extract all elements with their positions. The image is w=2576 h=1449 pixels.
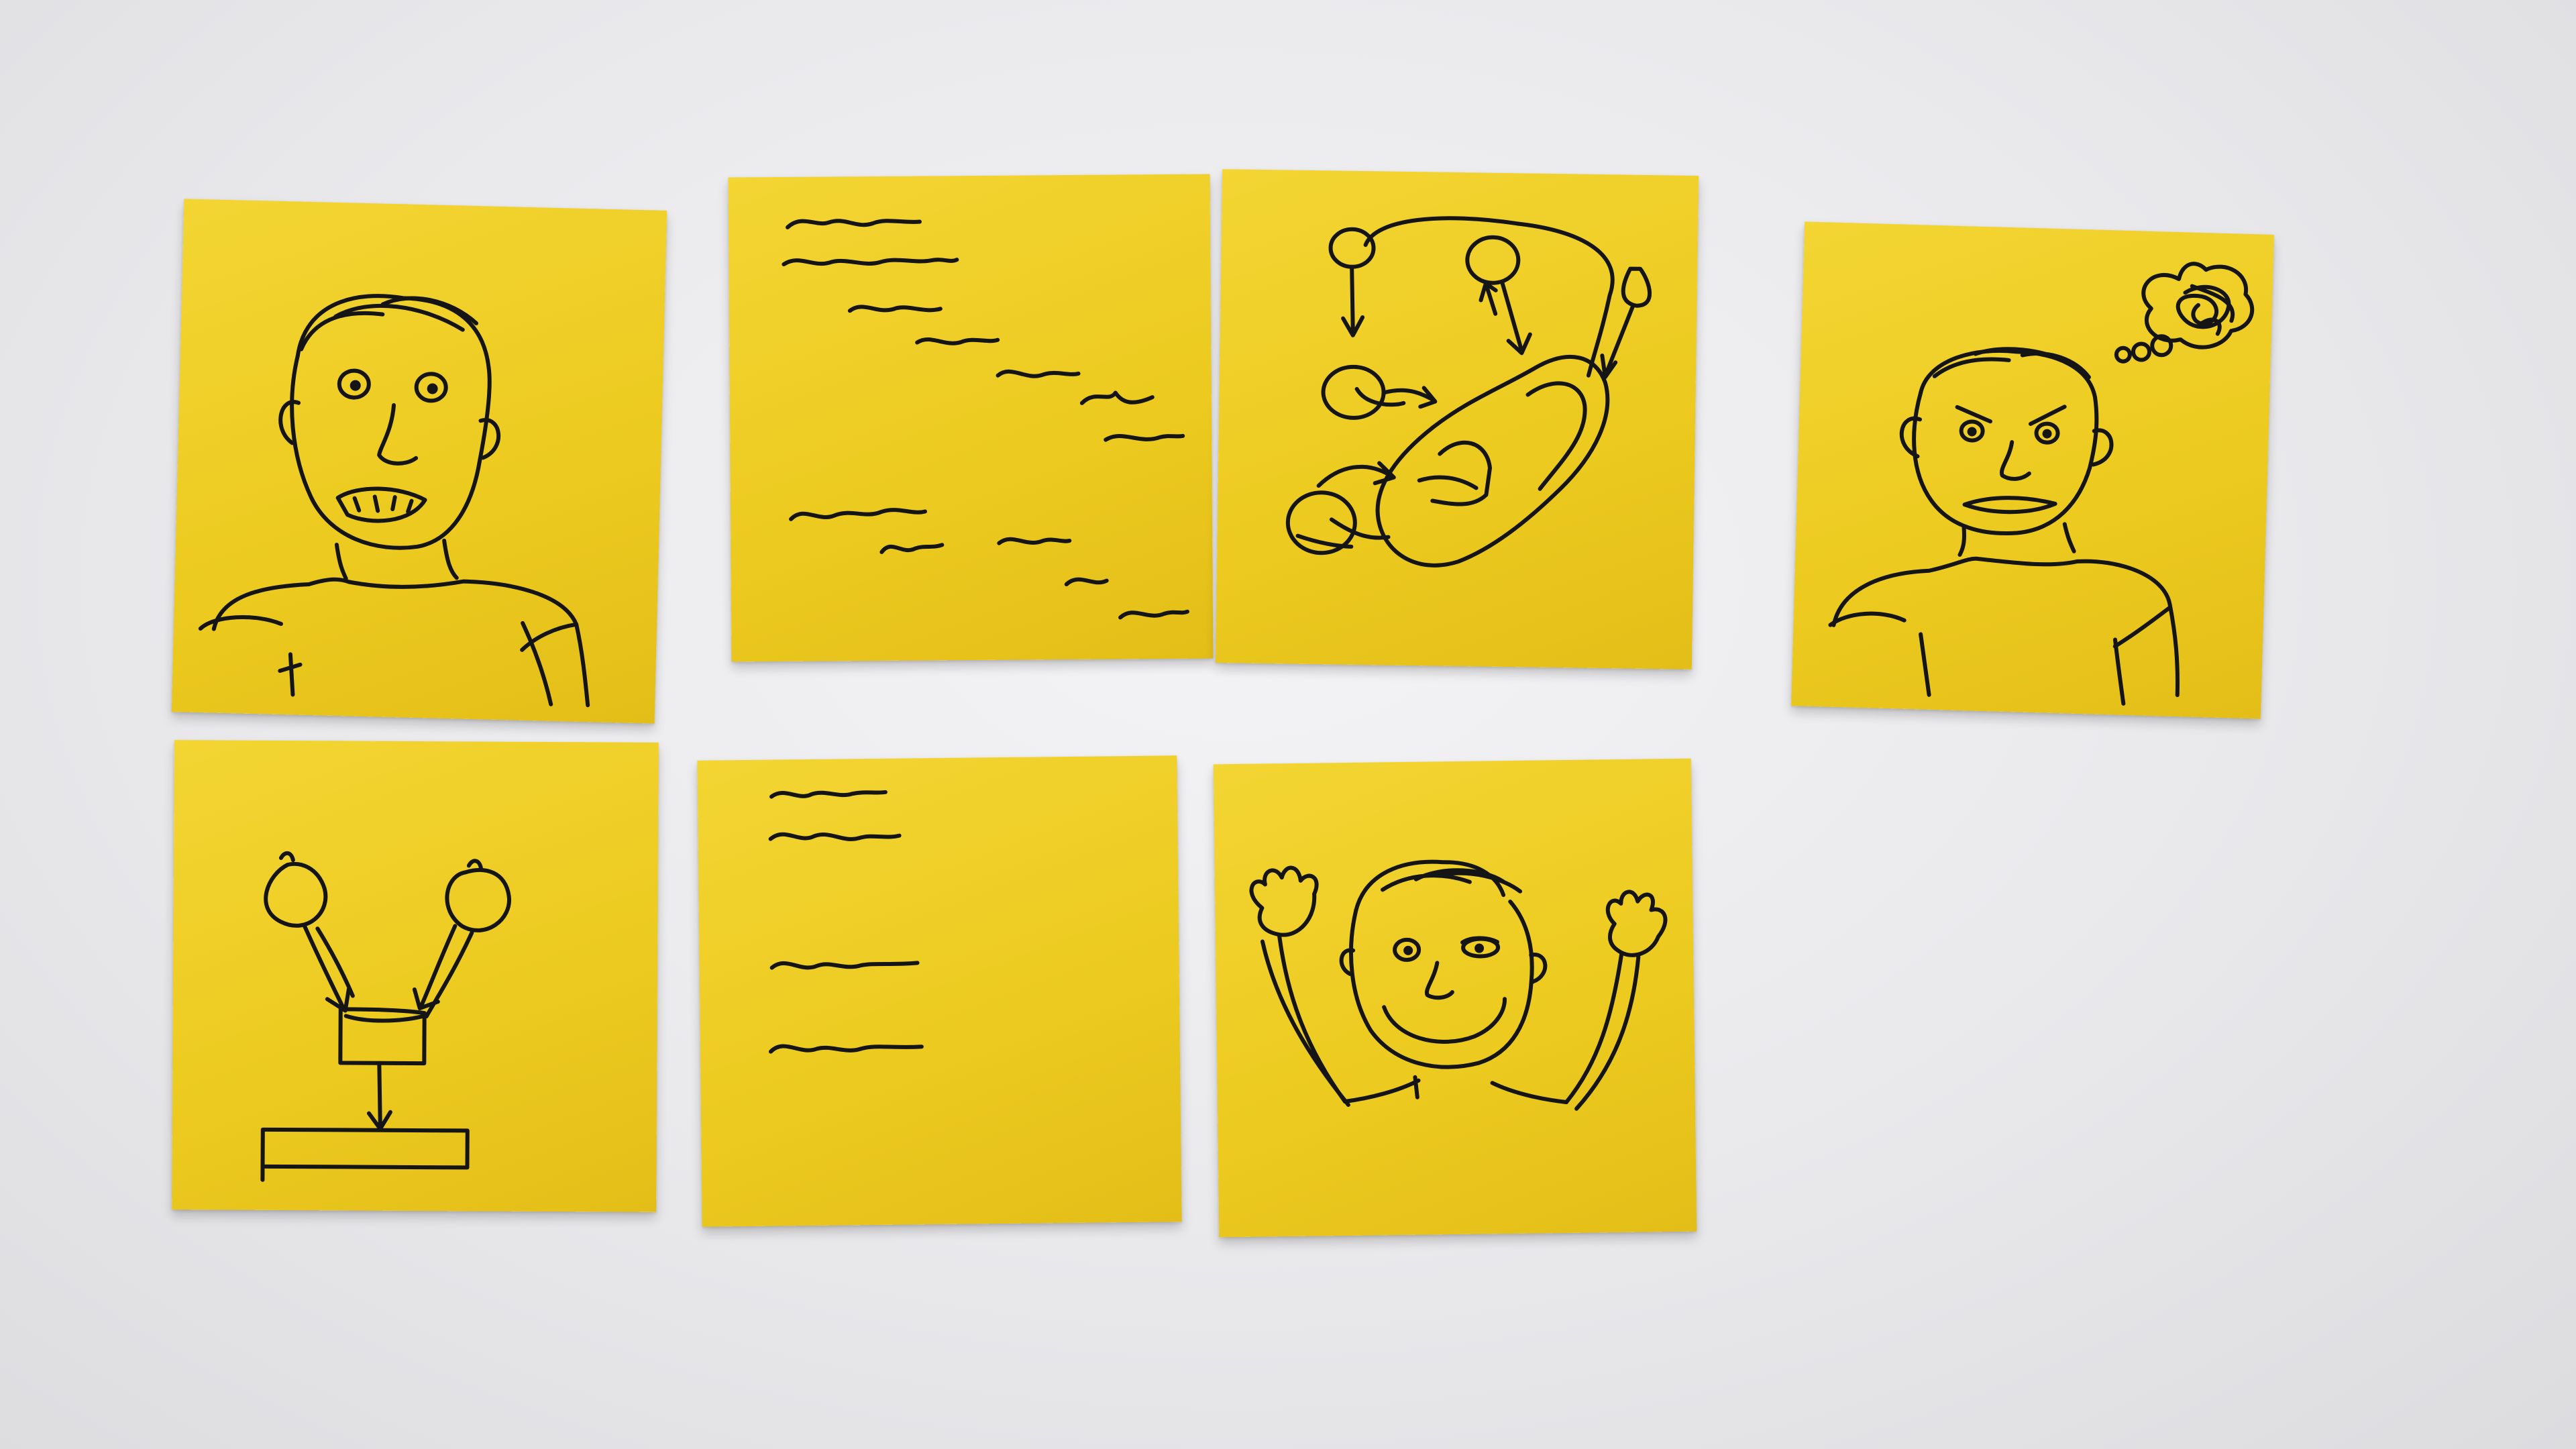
sticky-note-1 [171,199,667,724]
merging-thoughts-diagram-icon [260,851,511,1182]
sticky-note-2 [728,174,1214,662]
happy-person-hands-up-icon [1249,859,1668,1111]
sticky-note-7 [1213,758,1697,1238]
sticky-note-5 [172,740,659,1212]
sticky-note-4 [1791,221,2274,719]
thoughts-into-mind-diagram-icon [1285,216,1652,568]
angry-person-thought-cloud-icon [1828,262,2255,706]
scribbled-text-lines-icon [782,219,1190,620]
person-talking-face-icon [198,294,590,708]
whiteboard-surface [0,0,2576,1449]
sticky-note-6 [697,755,1182,1227]
sticky-note-3 [1215,169,1699,669]
short-text-lines-icon [768,790,924,1054]
